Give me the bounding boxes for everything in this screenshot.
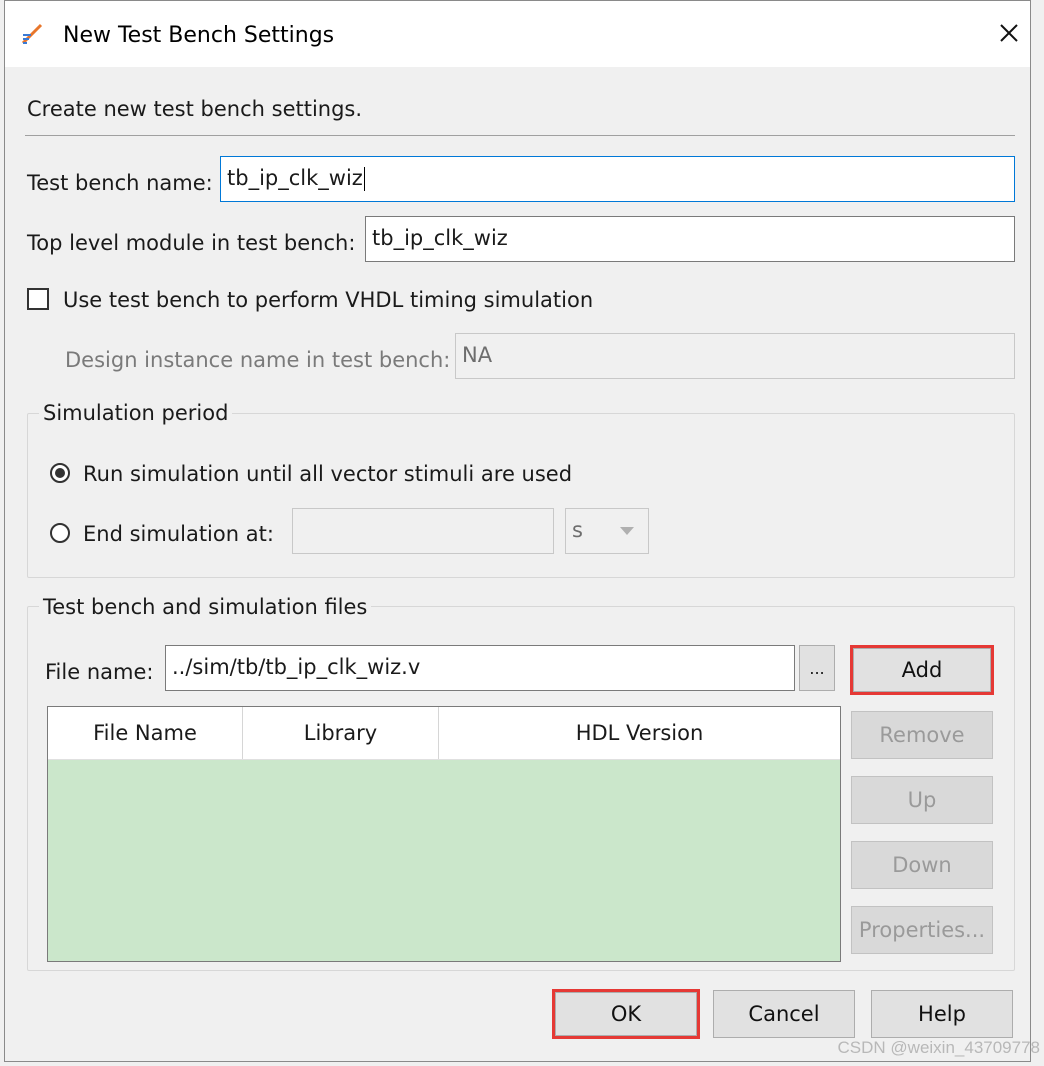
properties-button[interactable]: Properties...	[851, 906, 993, 954]
file-table[interactable]: File Name Library HDL Version	[47, 706, 841, 962]
column-library[interactable]: Library	[243, 707, 439, 759]
new-test-bench-dialog: New Test Bench Settings Create new test …	[4, 0, 1031, 1062]
close-icon[interactable]	[995, 19, 1023, 47]
chevron-down-icon	[620, 527, 634, 535]
radio-end-simulation-at[interactable]	[50, 523, 70, 543]
help-button[interactable]: Help	[871, 990, 1013, 1038]
ok-button[interactable]: OK	[552, 989, 700, 1039]
text-cursor	[363, 167, 365, 191]
remove-button[interactable]: Remove	[851, 711, 993, 759]
test-bench-name-input[interactable]: tb_ip_clk_wiz	[220, 156, 1015, 202]
top-level-module-input[interactable]: tb_ip_clk_wiz	[365, 216, 1015, 262]
design-instance-input[interactable]: NA	[455, 333, 1015, 379]
csdn-watermark: CSDN @weixin_43709778	[837, 1038, 1040, 1057]
dialog-description: Create new test bench settings.	[27, 97, 363, 121]
column-hdl-version[interactable]: HDL Version	[439, 707, 840, 759]
run-all-vectors-label: Run simulation until all vector stimuli …	[83, 462, 573, 486]
cancel-button[interactable]: Cancel	[713, 990, 855, 1038]
end-simulation-at-label: End simulation at:	[83, 522, 274, 546]
end-simulation-time-input[interactable]	[292, 508, 554, 554]
table-header: File Name Library HDL Version	[48, 707, 840, 760]
title-bar: New Test Bench Settings	[5, 1, 1030, 67]
test-bench-name-value: tb_ip_clk_wiz	[227, 166, 363, 190]
column-file-name[interactable]: File Name	[48, 707, 243, 759]
file-name-input[interactable]: ../sim/tb/tb_ip_clk_wiz.v	[165, 645, 795, 691]
simulation-period-title: Simulation period	[39, 401, 233, 425]
separator	[25, 135, 1015, 136]
time-unit-select[interactable]: s	[565, 508, 649, 554]
vhdl-timing-label: Use test bench to perform VHDL timing si…	[63, 288, 594, 312]
add-button[interactable]: Add	[850, 645, 994, 695]
simulation-files-title: Test bench and simulation files	[39, 595, 372, 619]
down-button[interactable]: Down	[851, 841, 993, 889]
design-instance-label: Design instance name in test bench:	[65, 348, 451, 372]
vhdl-timing-checkbox[interactable]	[27, 288, 49, 310]
up-button[interactable]: Up	[851, 776, 993, 824]
test-bench-name-label: Test bench name:	[27, 171, 213, 195]
browse-file-button[interactable]: ...	[799, 645, 835, 691]
file-name-label: File name:	[45, 660, 154, 684]
radio-run-all-vectors[interactable]	[50, 463, 70, 483]
time-unit-value: s	[572, 518, 583, 542]
edit-pencil-icon	[19, 19, 47, 47]
top-level-module-label: Top level module in test bench:	[27, 231, 356, 255]
dialog-title: New Test Bench Settings	[63, 23, 335, 48]
